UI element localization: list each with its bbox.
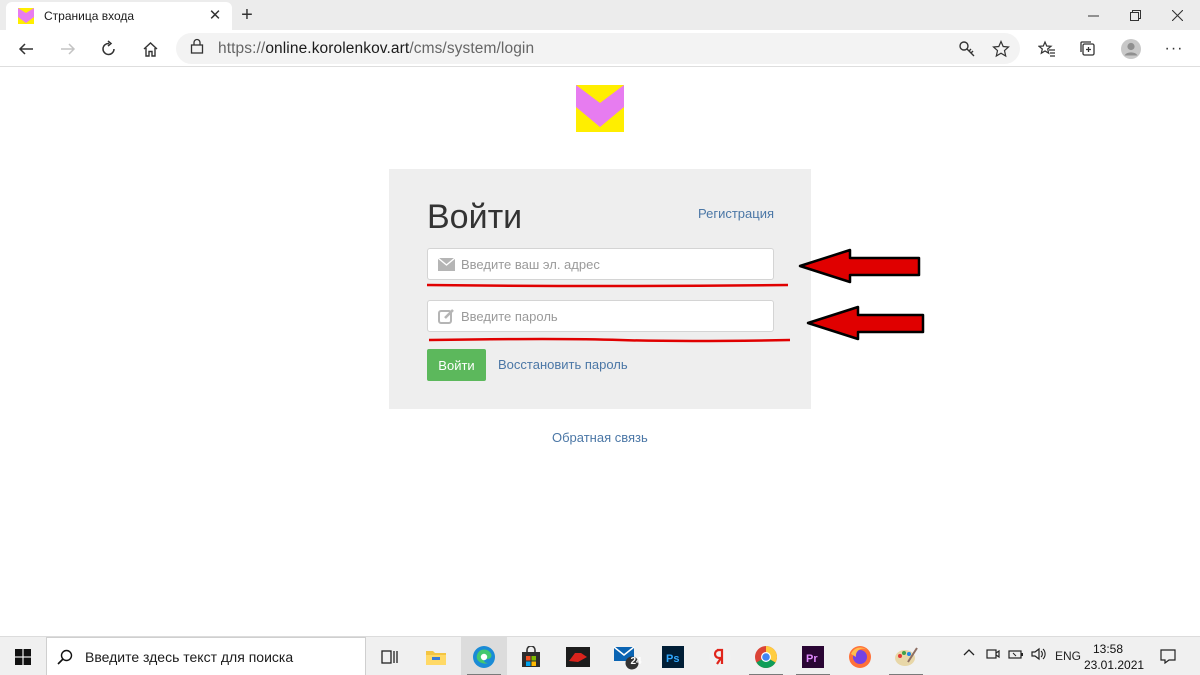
forward-arrow-icon [61, 43, 76, 55]
email-field[interactable] [427, 248, 774, 280]
taskbar-search-box[interactable]: Введите здесь текст для поиска [46, 637, 366, 675]
register-link[interactable]: Регистрация [698, 206, 774, 221]
url-text[interactable]: https://online.korolenkov.art/cms/system… [218, 40, 534, 58]
microsoft-store-app[interactable] [508, 637, 554, 675]
game-icon [566, 646, 590, 667]
premiere-icon: Pr [802, 645, 824, 668]
new-tab-button[interactable]: + [236, 4, 258, 26]
site-favicon-icon [18, 8, 34, 24]
back-button[interactable] [12, 35, 40, 63]
address-bar[interactable]: https://online.korolenkov.art/cms/system… [176, 33, 1020, 64]
url-path: /cms/system/login [409, 39, 535, 57]
windows-logo-icon [15, 648, 31, 665]
browser-toolbar: https://online.korolenkov.art/cms/system… [0, 30, 1200, 67]
tab-login-page[interactable]: Страница входа ✕ [6, 2, 232, 30]
site-logo [576, 85, 624, 132]
taskbar-clock[interactable]: 13:58 23.01.2021 [1084, 641, 1145, 673]
lock-icon[interactable] [190, 38, 204, 59]
tab-title: Страница входа [44, 9, 135, 23]
battery-icon[interactable] [1008, 647, 1024, 664]
login-card: Войти Регистрация Войти Восстановить пар… [389, 169, 811, 409]
login-submit-button[interactable]: Войти [427, 349, 486, 381]
photoshop-icon: Ps [662, 645, 684, 668]
meet-now-icon[interactable] [986, 647, 1000, 664]
favorites-list-icon [1038, 40, 1055, 57]
email-arrow-annotation [798, 248, 921, 284]
edge-browser-app[interactable] [461, 637, 507, 675]
restore-button[interactable] [1112, 0, 1158, 30]
feedback-link[interactable]: Обратная связь [552, 430, 648, 445]
minimize-button[interactable] [1070, 0, 1116, 30]
notifications-icon[interactable] [1160, 648, 1176, 667]
chrome-app[interactable] [743, 637, 789, 675]
forward-button[interactable] [54, 35, 82, 63]
edge-icon [473, 645, 495, 668]
refresh-icon [102, 40, 115, 56]
mail-badge-count: 24 [630, 656, 642, 667]
volume-icon[interactable] [1031, 647, 1047, 664]
firefox-icon [849, 645, 871, 668]
task-view-button[interactable] [367, 637, 413, 675]
svg-text:Ps: Ps [666, 653, 679, 665]
restore-password-link[interactable]: Восстановить пароль [498, 357, 628, 372]
mail-app[interactable]: 24 [603, 637, 649, 675]
folder-icon [426, 650, 446, 665]
firefox-app[interactable] [837, 637, 883, 675]
task-view-icon [381, 649, 398, 664]
start-button[interactable] [0, 637, 46, 675]
password-input[interactable] [461, 308, 761, 324]
yandex-icon [709, 645, 731, 668]
favorites-button[interactable] [1033, 35, 1061, 63]
password-arrow-annotation [806, 305, 925, 341]
key-icon[interactable] [958, 40, 976, 58]
url-host: online.korolenkov.art [265, 39, 410, 57]
collections-icon [1080, 41, 1095, 56]
profile-button[interactable] [1117, 35, 1145, 63]
file-explorer-app[interactable] [413, 637, 459, 675]
refresh-button[interactable] [95, 35, 123, 63]
pencil-edit-icon [438, 308, 455, 325]
search-icon [57, 649, 73, 665]
avatar-icon [1121, 39, 1141, 59]
url-scheme: https:// [218, 39, 266, 57]
premiere-pro-app[interactable]: Pr [790, 637, 836, 675]
collections-button[interactable] [1074, 35, 1102, 63]
language-indicator[interactable]: ENG [1055, 649, 1081, 663]
chevron-up-icon[interactable] [962, 646, 976, 663]
favorite-star-icon[interactable] [992, 40, 1010, 58]
yandex-browser-app[interactable] [697, 637, 743, 675]
page-title: Войти [427, 198, 523, 236]
settings-more-button[interactable]: ··· [1160, 35, 1188, 63]
home-button[interactable] [136, 35, 164, 63]
store-bag-icon [522, 645, 540, 667]
envelope-icon [438, 256, 455, 273]
back-arrow-icon [18, 43, 33, 55]
svg-text:Pr: Pr [806, 653, 818, 665]
windows-taskbar: Введите здесь текст для поиска 24 Ps Pr [0, 636, 1200, 675]
clock-date: 23.01.2021 [1084, 658, 1145, 672]
email-input[interactable] [461, 256, 761, 272]
clock-time: 13:58 [1092, 642, 1124, 656]
photoshop-app[interactable]: Ps [650, 637, 696, 675]
game-app[interactable] [555, 637, 601, 675]
browser-tab-strip: Страница входа ✕ + [0, 0, 1200, 30]
chrome-icon [755, 645, 777, 668]
password-field[interactable] [427, 300, 774, 332]
palette-icon [895, 646, 918, 666]
home-icon [143, 41, 157, 57]
taskbar-search-placeholder: Введите здесь текст для поиска [85, 648, 294, 665]
paint-app[interactable] [883, 637, 929, 675]
close-window-button[interactable] [1154, 0, 1200, 30]
tab-close-icon[interactable]: ✕ [206, 7, 224, 25]
